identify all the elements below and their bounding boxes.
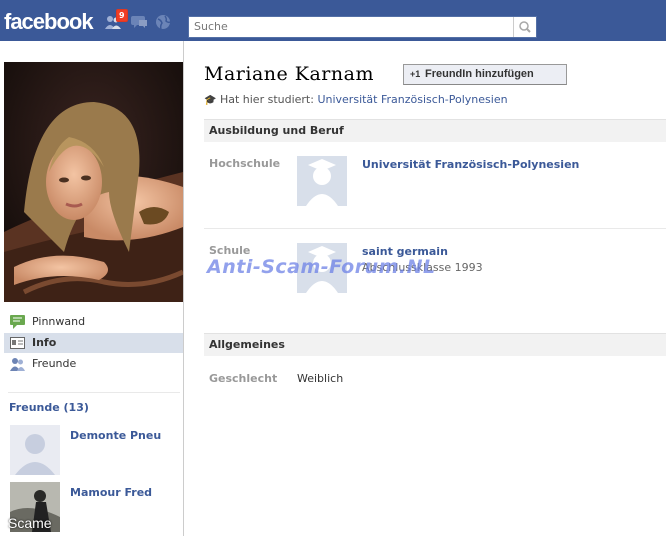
- college-name[interactable]: Universität Französisch-Polynesien: [362, 158, 579, 171]
- college-label: Hochschule: [209, 157, 281, 170]
- profile-name: Mariane Karnam: [204, 63, 374, 85]
- top-bar: facebook 9: [0, 0, 666, 41]
- friends-heading[interactable]: Freunde (13): [9, 401, 89, 414]
- divider: [204, 228, 666, 229]
- add-friend-label: FreundIn hinzufügen: [425, 68, 534, 80]
- studied-school-link[interactable]: Universität Französisch-Polynesien: [317, 93, 507, 106]
- search-button[interactable]: [513, 17, 536, 37]
- friends-icon: [10, 358, 25, 371]
- nav-label: Pinnwand: [32, 315, 86, 328]
- add-friend-button[interactable]: +1 FreundIn hinzufügen: [403, 64, 567, 85]
- section-header-education: Ausbildung und Beruf: [204, 119, 666, 142]
- notification-badge: 9: [116, 9, 128, 22]
- messages-icon[interactable]: [131, 14, 149, 30]
- studied-prefix: Hat hier studiert:: [219, 93, 314, 106]
- school-avatar[interactable]: [297, 156, 347, 206]
- nav-item-info[interactable]: Info: [4, 333, 183, 353]
- info-card-icon: [10, 337, 25, 349]
- facebook-logo[interactable]: facebook: [4, 9, 94, 35]
- nav-item-freunde[interactable]: Freunde: [4, 354, 183, 374]
- nav-label: Info: [32, 336, 57, 349]
- notifications-globe-icon[interactable]: [154, 14, 172, 30]
- add-friend-icon: +1: [410, 69, 421, 79]
- nav-label: Freunde: [32, 357, 77, 370]
- section-title: Allgemeines: [209, 338, 285, 351]
- gender-value: Weiblich: [297, 372, 344, 385]
- main-content: [184, 41, 666, 536]
- search-box[interactable]: [188, 16, 537, 38]
- divider: [8, 392, 180, 393]
- section-header-general: Allgemeines: [204, 333, 666, 356]
- friend-avatar[interactable]: [10, 425, 60, 475]
- profile-picture[interactable]: [4, 62, 183, 302]
- watermark: Anti-Scam-Forum.NL: [207, 256, 436, 278]
- friend-name[interactable]: Demonte Pneu: [70, 429, 161, 442]
- wall-icon: [10, 315, 25, 329]
- studied-line: 🎓 Hat hier studiert: Universität Französ…: [204, 93, 508, 106]
- nav-item-pinnwand[interactable]: Pinnwand: [4, 312, 183, 332]
- gender-label: Geschlecht: [209, 372, 278, 385]
- search-input[interactable]: [194, 20, 504, 33]
- section-title: Ausbildung und Beruf: [209, 124, 344, 137]
- graduation-cap-icon: 🎓: [204, 95, 217, 106]
- overlay-corner-text: Scame: [8, 515, 52, 531]
- friend-name[interactable]: Mamour Fred: [70, 486, 152, 499]
- search-icon: [519, 21, 531, 33]
